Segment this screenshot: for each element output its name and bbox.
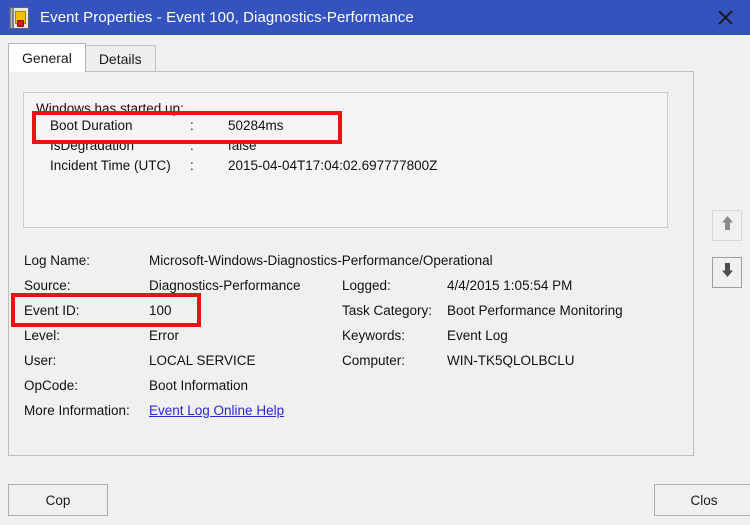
previous-event-button[interactable] [712, 210, 742, 241]
event-field-grid: Log Name: Microsoft-Windows-Diagnostics-… [15, 248, 687, 423]
general-tab-panel: Windows has started up: Boot Duration : … [8, 71, 694, 456]
event-description-box[interactable]: Windows has started up: Boot Duration : … [23, 92, 668, 228]
close-button[interactable]: Clos [654, 484, 750, 516]
close-button-label: Clos [690, 492, 718, 508]
user-value: LOCAL SERVICE [149, 353, 256, 368]
computer-value: WIN-TK5QLOLBCLU [447, 353, 575, 368]
title-bar: Event Properties - Event 100, Diagnostic… [0, 0, 750, 35]
boot-duration-colon: : [190, 118, 194, 133]
field-row-event-id: Event ID: 100 Task Category: Boot Perfor… [15, 298, 687, 323]
window-title: Event Properties - Event 100, Diagnostic… [40, 9, 414, 26]
is-degradation-key: IsDegradation [50, 138, 135, 153]
task-category-label: Task Category: [342, 303, 433, 318]
tab-details-label: Details [98, 51, 142, 67]
boot-duration-key: Boot Duration [50, 118, 133, 133]
event-log-online-help-link[interactable]: Event Log Online Help [149, 403, 284, 418]
tab-general-label: General [22, 50, 72, 66]
log-name-value: Microsoft-Windows-Diagnostics-Performanc… [149, 253, 493, 268]
more-information-label: More Information: [24, 403, 130, 418]
level-label: Level: [24, 328, 61, 343]
tab-general[interactable]: General [8, 43, 86, 72]
field-row-user: User: LOCAL SERVICE Computer: WIN-TK5QLO… [15, 348, 687, 373]
up-arrow-icon [720, 215, 735, 236]
source-value: Diagnostics-Performance [149, 278, 301, 293]
is-degradation-value: false [228, 138, 257, 153]
event-log-error-icon [9, 6, 29, 29]
logged-value: 4/4/2015 1:05:54 PM [447, 278, 573, 293]
incident-time-colon: : [190, 158, 194, 173]
tab-strip: General Details [8, 43, 156, 72]
incident-time-key: Incident Time (UTC) [50, 158, 171, 173]
close-icon[interactable] [704, 2, 746, 32]
level-value: Error [149, 328, 179, 343]
keywords-label: Keywords: [342, 328, 406, 343]
event-properties-dialog: Event Properties - Event 100, Diagnostic… [0, 0, 750, 525]
description-row-incident-time: Incident Time (UTC) : 2015-04-04T17:04:0… [50, 156, 659, 176]
log-name-label: Log Name: [24, 253, 91, 268]
opcode-value: Boot Information [149, 378, 249, 393]
tab-details[interactable]: Details [84, 45, 156, 72]
description-row-boot-duration: Boot Duration : 50284ms [50, 116, 659, 136]
field-row-source: Source: Diagnostics-Performance Logged: … [15, 273, 687, 298]
event-id-label: Event ID: [24, 303, 80, 318]
opcode-label: OpCode: [24, 378, 79, 393]
next-event-button[interactable] [712, 257, 742, 288]
task-category-value: Boot Performance Monitoring [447, 303, 623, 318]
logged-label: Logged: [342, 278, 391, 293]
is-degradation-colon: : [190, 138, 194, 153]
description-row-is-degradation: IsDegradation : false [50, 136, 659, 156]
user-label: User: [24, 353, 57, 368]
source-label: Source: [24, 278, 71, 293]
copy-button-label: Cop [45, 492, 71, 508]
field-row-more-information: More Information: Event Log Online Help [15, 398, 687, 423]
incident-time-value: 2015-04-04T17:04:02.697777800Z [228, 158, 438, 173]
computer-label: Computer: [342, 353, 406, 368]
event-id-value: 100 [149, 303, 172, 318]
boot-duration-value: 50284ms [228, 118, 284, 133]
keywords-value: Event Log [447, 328, 508, 343]
down-arrow-icon [720, 262, 735, 283]
copy-button[interactable]: Cop [8, 484, 108, 516]
field-row-opcode: OpCode: Boot Information [15, 373, 687, 398]
description-intro: Windows has started up: [36, 101, 184, 116]
field-row-level: Level: Error Keywords: Event Log [15, 323, 687, 348]
field-row-log-name: Log Name: Microsoft-Windows-Diagnostics-… [15, 248, 687, 273]
